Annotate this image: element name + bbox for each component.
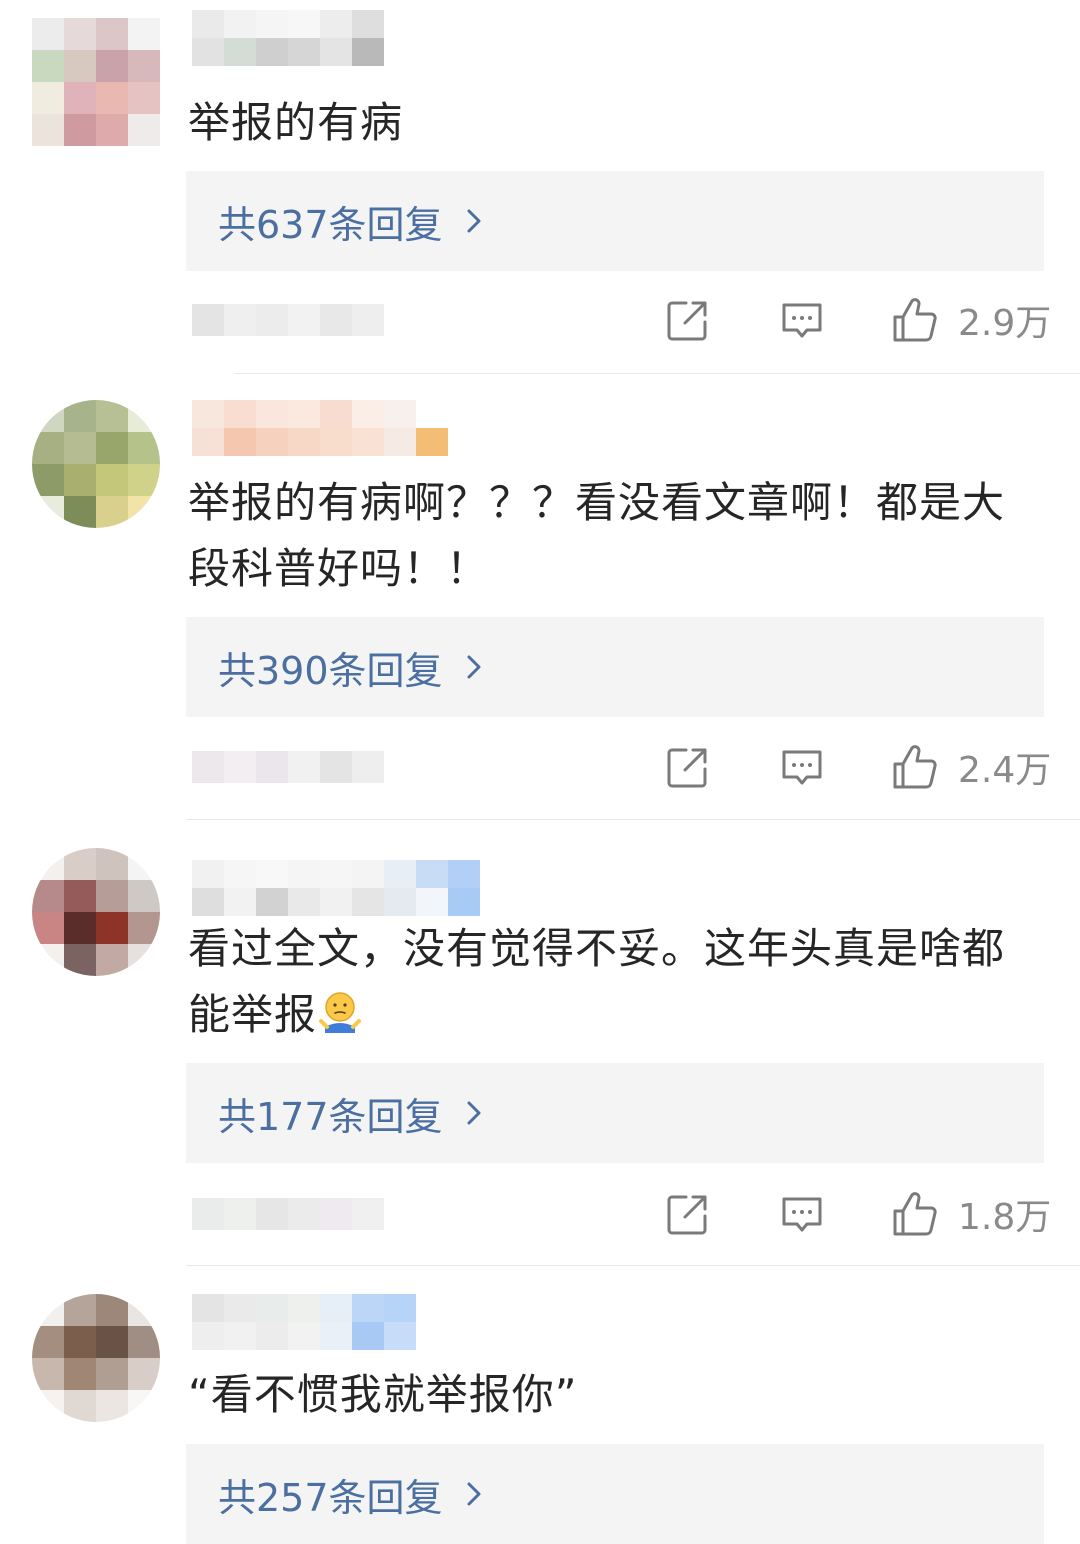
comment-text-content: 看过全文，没有觉得不妥。这年头真是啥都能举报 — [188, 924, 1006, 1039]
thumbs-up-icon — [893, 298, 937, 342]
reply-box[interactable]: 共637条回复 — [186, 171, 1044, 271]
share-icon[interactable] — [664, 743, 712, 791]
share-icon[interactable] — [664, 1190, 712, 1238]
comment-text: 举报的有病 — [188, 98, 404, 147]
reply-box[interactable]: 共390条回复 — [186, 617, 1044, 717]
reply-box[interactable]: 共177条回复 — [186, 1063, 1044, 1163]
comment-actions: 2.9万 — [0, 290, 1080, 350]
view-replies-link[interactable]: 共637条回复 — [218, 171, 487, 271]
reply-count-label: 共390条回复 — [218, 648, 443, 693]
like-count: 1.8万 — [958, 1197, 1052, 1238]
comment-text: 看过全文，没有觉得不妥。这年头真是啥都能举报 — [188, 916, 1044, 1048]
reply-box[interactable]: 共257条回复 — [186, 1444, 1044, 1544]
avatar[interactable] — [32, 848, 160, 976]
username[interactable] — [192, 400, 448, 456]
like-button[interactable]: 2.9万 — [890, 294, 1051, 346]
comment-icon[interactable] — [778, 296, 826, 344]
chevron-right-icon — [467, 1482, 481, 1506]
avatar[interactable] — [32, 18, 160, 146]
chevron-right-icon — [467, 209, 481, 233]
comment-actions: 2.4万 — [0, 737, 1080, 797]
username[interactable] — [192, 1294, 416, 1350]
shrug-emoji-icon — [319, 992, 362, 1033]
divider — [235, 373, 1080, 374]
thumbs-up-icon — [893, 1192, 937, 1236]
thumbs-up-icon — [893, 745, 937, 789]
reply-count-label: 共637条回复 — [218, 202, 443, 247]
view-replies-link[interactable]: 共177条回复 — [218, 1063, 487, 1163]
timestamp — [192, 304, 384, 336]
like-count: 2.9万 — [958, 303, 1052, 344]
reply-count-label: 共257条回复 — [218, 1475, 443, 1520]
username[interactable] — [192, 860, 480, 916]
timestamp — [192, 1198, 384, 1230]
divider — [186, 819, 1080, 820]
view-replies-link[interactable]: 共257条回复 — [218, 1444, 487, 1544]
chevron-right-icon — [467, 1101, 481, 1125]
like-button[interactable]: 2.4万 — [890, 741, 1051, 793]
share-icon[interactable] — [664, 296, 712, 344]
like-count: 2.4万 — [958, 750, 1052, 791]
divider — [186, 1265, 1080, 1266]
timestamp — [192, 751, 384, 783]
comment-text: “看不惯我就举报你” — [188, 1370, 578, 1419]
comment-actions: 1.8万 — [0, 1184, 1080, 1244]
avatar[interactable] — [32, 1294, 160, 1422]
view-replies-link[interactable]: 共390条回复 — [218, 617, 487, 717]
chevron-right-icon — [467, 655, 481, 679]
reply-count-label: 共177条回复 — [218, 1094, 443, 1139]
comment-icon[interactable] — [778, 1190, 826, 1238]
username[interactable] — [192, 10, 384, 66]
comment-icon[interactable] — [778, 743, 826, 791]
comment-text: 举报的有病啊？？？看没看文章啊！都是大段科普好吗！！ — [188, 478, 1006, 593]
avatar[interactable] — [32, 400, 160, 528]
like-button[interactable]: 1.8万 — [890, 1188, 1051, 1240]
